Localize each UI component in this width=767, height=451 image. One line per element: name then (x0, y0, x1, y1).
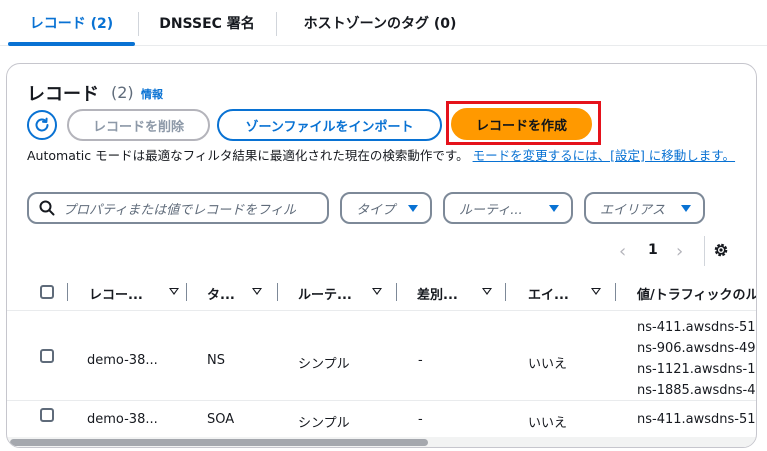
column-divider (615, 283, 616, 301)
refresh-icon (35, 117, 49, 132)
caret-down-icon (408, 204, 418, 212)
column-divider (67, 283, 68, 301)
record-type-cell: SOA (207, 412, 235, 427)
record-name-cell[interactable]: demo-38... (87, 353, 158, 368)
column-header-type[interactable]: タ... (207, 284, 235, 303)
column-divider (396, 283, 397, 301)
current-page-number[interactable]: 1 (648, 242, 658, 258)
import-zone-file-button[interactable]: ゾーンファイルをインポート (217, 109, 442, 141)
sort-icon[interactable] (169, 288, 179, 295)
routing-filter-select[interactable]: ルーティ... (443, 192, 573, 224)
column-divider (277, 283, 278, 301)
info-link[interactable]: 情報 (141, 86, 163, 102)
previous-page-icon[interactable]: ‹ (619, 241, 626, 262)
search-placeholder: プロパティまたは値でレコードをフィル (63, 202, 296, 218)
column-header-record-name[interactable]: レコー... (89, 284, 143, 303)
pagination-divider (704, 236, 705, 266)
differentiator-cell: - (418, 353, 423, 368)
search-mode-description: Automatic モードは最適なフィルタ結果に最適化された現在の検索動作です。… (27, 146, 737, 165)
sort-icon[interactable] (591, 288, 601, 295)
alias-cell: いいえ (528, 416, 568, 431)
record-value: ns-906.awsdns-49. (637, 341, 757, 356)
column-header-alias[interactable]: エイ... (528, 284, 569, 303)
search-icon (39, 200, 55, 216)
delete-records-button[interactable]: レコードを削除 (67, 109, 210, 141)
header-divider (7, 310, 756, 311)
caret-down-icon (549, 204, 559, 212)
record-type-cell: NS (207, 353, 225, 368)
record-value: ns-1121.awsdns-12. (637, 362, 757, 377)
column-header-value[interactable]: 値/トラフィックのル (637, 284, 756, 303)
routing-policy-cell: シンプル (298, 416, 350, 431)
refresh-button[interactable] (27, 110, 57, 140)
select-all-checkbox[interactable] (40, 285, 54, 299)
caret-down-icon (681, 204, 691, 212)
alias-cell: いいえ (528, 357, 568, 372)
column-header-differentiator[interactable]: 差別... (417, 284, 458, 303)
panel-title: レコード (27, 84, 99, 105)
column-divider (505, 283, 506, 301)
column-divider (186, 283, 187, 301)
records-panel: レコード (2) 情報 レコードを削除 ゾーンファイルをインポート レコードを作… (6, 63, 757, 448)
routing-policy-cell: シンプル (298, 357, 350, 372)
change-mode-link[interactable]: モードを変更するには、[設定] に移動します。 (473, 148, 735, 163)
differentiator-cell: - (418, 412, 423, 427)
highlight-box (446, 101, 601, 145)
sort-icon[interactable] (482, 288, 492, 295)
alias-filter-label: エイリアス (600, 202, 666, 218)
tab-bar: レコード (2) DNSSEC 署名 ホストゾーンのタグ (0) (0, 0, 767, 46)
alias-filter-select[interactable]: エイリアス (584, 192, 705, 224)
row-checkbox[interactable] (40, 349, 54, 363)
record-value: ns-411.awsdns-51. (637, 412, 757, 427)
gear-icon[interactable] (712, 241, 730, 259)
type-filter-select[interactable]: タイプ (340, 192, 432, 224)
tab-divider (138, 12, 139, 36)
search-input[interactable]: プロパティまたは値でレコードをフィル (27, 192, 329, 224)
description-text: Automatic モードは最適なフィルタ結果に最適化された現在の検索動作です。 (27, 148, 469, 163)
record-value: ns-1885.awsdns-42. (637, 383, 757, 398)
scrollbar-thumb[interactable] (10, 439, 428, 446)
tab-dnssec[interactable]: DNSSEC 署名 (140, 0, 274, 46)
active-tab-indicator (8, 42, 135, 46)
record-count: (2) (111, 83, 134, 102)
record-name-cell[interactable]: demo-38... (87, 412, 158, 427)
tab-records[interactable]: レコード (2) (8, 0, 135, 46)
column-header-routing[interactable]: ルーテ... (298, 284, 352, 303)
sort-icon[interactable] (252, 288, 262, 295)
routing-filter-label: ルーティ... (459, 202, 523, 218)
tab-hosted-zone-tags[interactable]: ホストゾーンのタグ (0) (280, 0, 480, 46)
tab-divider (276, 12, 277, 36)
type-filter-label: タイプ (356, 202, 396, 218)
next-page-icon[interactable]: › (676, 241, 683, 262)
row-divider (7, 400, 756, 401)
row-checkbox[interactable] (40, 408, 54, 422)
record-value: ns-411.awsdns-51. (637, 320, 757, 335)
sort-icon[interactable] (372, 288, 382, 295)
